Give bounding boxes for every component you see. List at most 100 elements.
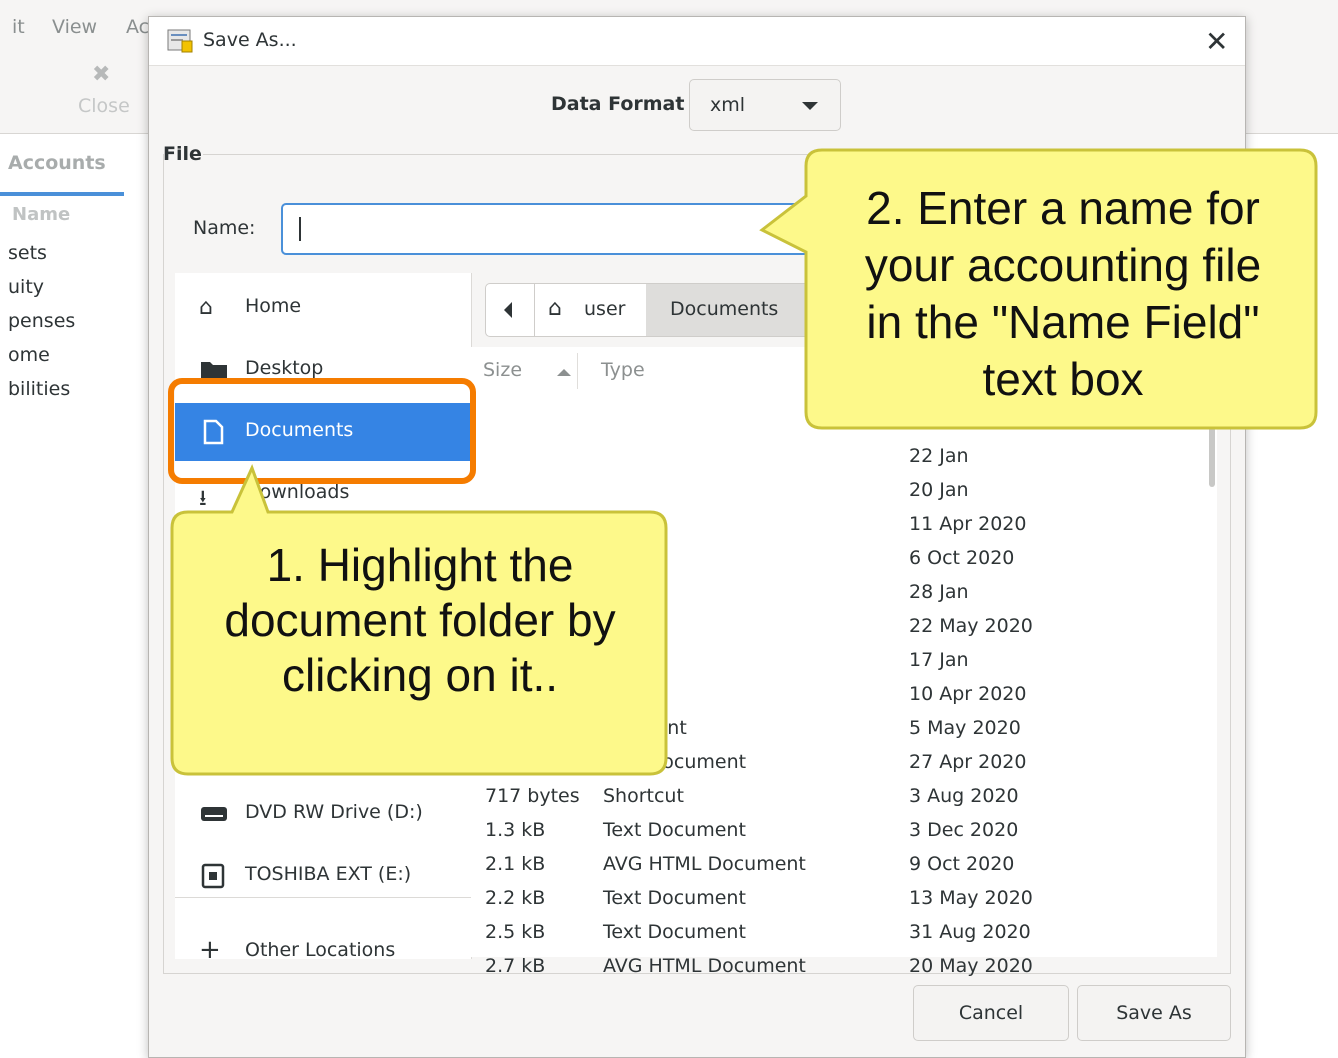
home-icon: ⌂ (548, 296, 562, 321)
sidebar-item-home[interactable]: ⌂ Home (175, 279, 471, 337)
file-size: 1.3 kB (485, 819, 546, 841)
external-drive-icon (201, 863, 225, 889)
text-cursor (299, 217, 301, 241)
tab-accounts-label: Accounts (8, 152, 106, 174)
account-row[interactable]: sets (8, 242, 47, 264)
callout-line: in the "Name Field" (866, 296, 1260, 349)
chevron-left-icon (504, 302, 512, 318)
file-row[interactable]: TML Document 27 Apr 2020 (471, 745, 1217, 779)
callout-step-1: 1. Highlight the document folder by clic… (182, 538, 658, 704)
file-modified: 28 Jan (909, 581, 969, 603)
dialog-titlebar: Save As... ✕ (149, 17, 1245, 66)
file-modified: 11 Apr 2020 (909, 513, 1027, 535)
column-divider (577, 353, 578, 389)
file-modified: 13 May 2020 (909, 887, 1033, 909)
documents-highlight-box (168, 378, 476, 484)
cancel-button[interactable]: Cancel (913, 985, 1069, 1041)
sidebar-item-dvd-drive[interactable]: DVD RW Drive (D:) (175, 785, 471, 843)
file-size: 717 bytes (485, 785, 580, 807)
callout-line: clicking on it.. (281, 649, 559, 702)
optical-drive-icon (201, 807, 227, 821)
menu-actions[interactable]: Ac (126, 16, 149, 38)
file-row[interactable]: 2.5 kB Text Document 31 Aug 2020 (471, 915, 1217, 949)
path-segment-user[interactable]: ⌂ user (534, 284, 647, 336)
plus-icon: + (199, 935, 221, 965)
file-row[interactable]: 2.1 kB AVG HTML Document 9 Oct 2020 (471, 847, 1217, 881)
sidebar-item-label: Desktop (245, 357, 324, 379)
file-type: Text Document (603, 819, 746, 841)
data-format-label: Data Format (551, 93, 685, 115)
callout-line: text box (982, 353, 1144, 406)
file-size: 2.5 kB (485, 921, 546, 943)
data-format-value: xml (710, 94, 746, 116)
file-modified: 22 Jan (909, 445, 969, 467)
file-modified: 31 Aug 2020 (909, 921, 1031, 943)
sidebar-divider (175, 897, 471, 898)
column-header-type[interactable]: Type (601, 359, 645, 381)
name-label: Name: (193, 217, 256, 239)
path-bar: ⌂ user Documents (485, 283, 815, 337)
file-modified: 6 Oct 2020 (909, 547, 1015, 569)
file-list-scrollbar[interactable] (1209, 427, 1215, 487)
home-icon: ⌂ (199, 295, 213, 320)
callout-step-2: 2. Enter a name for your accounting file… (826, 180, 1300, 408)
file-row[interactable]: 11 Apr 2020 (471, 507, 1217, 541)
chevron-down-icon (802, 102, 818, 110)
file-modified: 20 May 2020 (909, 955, 1033, 977)
file-modified: 17 Jan (909, 649, 969, 671)
file-row[interactable]: 717 bytes Shortcut 3 Aug 2020 (471, 779, 1217, 813)
account-row[interactable]: uity (8, 276, 44, 298)
save-as-button[interactable]: Save As (1077, 985, 1231, 1041)
dialog-title: Save As... (203, 29, 297, 51)
callout-line: your accounting file (864, 239, 1262, 292)
path-segment-label: user (584, 298, 626, 320)
file-modified: 10 Apr 2020 (909, 683, 1027, 705)
save-as-dialog: Save As... ✕ Data Format xml File Name: … (148, 16, 1246, 1058)
sidebar-item-label: Downloads (245, 481, 350, 503)
file-row[interactable]: 20 Jan (471, 473, 1217, 507)
menu-edit[interactable]: it (12, 16, 25, 38)
toolbar-close-button[interactable]: Close (78, 95, 130, 117)
account-row[interactable]: bilities (8, 378, 70, 400)
file-size: 2.7 kB (485, 955, 546, 977)
file-modified: 3 Aug 2020 (909, 785, 1019, 807)
file-row[interactable]: 2.2 kB Text Document 13 May 2020 (471, 881, 1217, 915)
sidebar-item-label: Home (245, 295, 302, 317)
file-modified: 27 Apr 2020 (909, 751, 1027, 773)
callout-line: 2. Enter a name for (866, 182, 1260, 234)
file-type: ocument (603, 717, 687, 739)
path-segment-documents[interactable]: Documents (646, 284, 814, 336)
column-header-name[interactable]: Name (12, 204, 70, 225)
close-icon: ✖ (92, 62, 111, 87)
column-header-size[interactable]: Size (483, 359, 522, 381)
tab-accounts[interactable]: Accounts (0, 140, 124, 196)
file-type: TML Document (603, 751, 747, 773)
file-modified: 20 Jan (909, 479, 969, 501)
file-modified: 9 Oct 2020 (909, 853, 1015, 875)
data-format-dropdown[interactable]: xml (689, 79, 841, 131)
sidebar-item-other-locations[interactable]: + Other Locations (175, 923, 471, 981)
file-modified: 5 May 2020 (909, 717, 1021, 739)
path-segment-label: Documents (670, 298, 779, 320)
file-size: 2.1 kB (485, 853, 546, 875)
menu-view[interactable]: View (52, 16, 97, 38)
sidebar-item-label: Other Locations (245, 939, 396, 961)
account-row[interactable]: penses (8, 310, 75, 332)
dialog-close-button[interactable]: ✕ (1205, 25, 1228, 58)
file-modified: 3 Dec 2020 (909, 819, 1019, 841)
sidebar-item-label: DVD RW Drive (D:) (245, 801, 423, 823)
file-type: AVG HTML Document (603, 955, 806, 977)
path-back-button[interactable] (486, 284, 535, 336)
file-type: Text Document (603, 921, 746, 943)
file-row[interactable]: ocument 5 May 2020 (471, 711, 1217, 745)
sort-ascending-icon (557, 369, 571, 376)
app-icon (167, 29, 193, 53)
file-type: Shortcut (603, 785, 684, 807)
file-row[interactable]: 22 Jan (471, 439, 1217, 473)
file-type: Text Document (603, 887, 746, 909)
account-row[interactable]: ome (8, 344, 50, 366)
file-row[interactable]: 2.7 kB AVG HTML Document 20 May 2020 (471, 949, 1217, 983)
download-icon: ⭳ (199, 486, 207, 511)
file-row[interactable]: 1.3 kB Text Document 3 Dec 2020 (471, 813, 1217, 847)
file-type: AVG HTML Document (603, 853, 806, 875)
